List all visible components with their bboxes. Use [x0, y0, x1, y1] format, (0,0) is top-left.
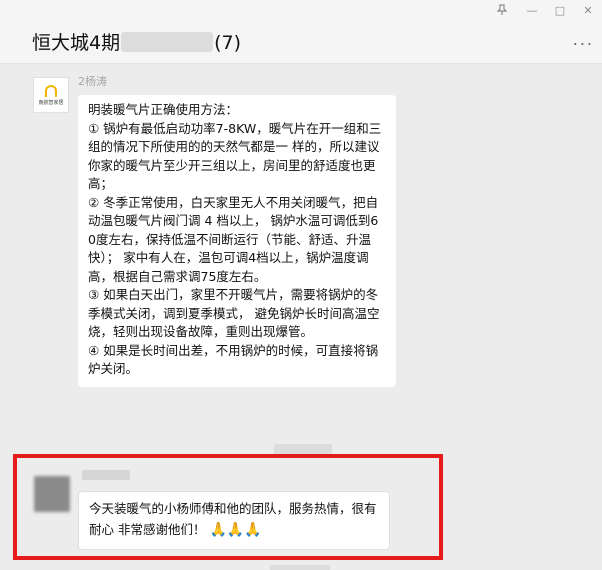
message-line: 明装暖气片正确使用方法：	[88, 102, 239, 117]
message-line: ① 锅炉有最低启动功率7-8KW，暖气片在开一组和三组的情况下所使用的的天然气都…	[88, 120, 382, 192]
message-line: ③ 如果白天出门，家里不开暖气片，需要将锅炉的冬季模式关闭，调到夏季模式， 避免…	[88, 287, 380, 339]
close-icon[interactable]: ✕	[580, 4, 596, 17]
sender-name-redacted	[82, 470, 130, 480]
avatar[interactable]: 南航智家居	[33, 77, 69, 113]
message-list[interactable]: 南航智家居 2杨涛 明装暖气片正确使用方法： ① 锅炉有最低启动功率7-8KW，…	[0, 65, 602, 570]
logo-icon	[45, 84, 57, 97]
message-line: ② 冬季正常使用，白天家里无人不用关闭暖气，把自动温包暖气片阀门调 4 档以上，…	[88, 194, 379, 284]
message-bubble[interactable]: 明装暖气片正确使用方法： ① 锅炉有最低启动功率7-8KW，暖气片在开一组和三组…	[78, 95, 396, 387]
minimize-icon[interactable]: —	[524, 4, 540, 17]
avatar-logo-text: 南航智家居	[38, 99, 64, 106]
chat-title-prefix: 恒大城4期	[32, 32, 121, 54]
sender-name: 2杨涛	[78, 75, 107, 88]
redacted-block	[121, 32, 214, 52]
title-bar: — □ ✕ 恒大城4期 (7) ...	[0, 0, 602, 64]
avatar[interactable]	[34, 476, 70, 512]
pin-icon[interactable]	[494, 4, 510, 19]
message-line: ④ 如果是长时间出差，不用锅炉的时候，可直接将锅炉关闭。	[88, 342, 379, 377]
pray-emoji: 🙏🙏🙏	[209, 522, 262, 538]
member-count: (7)	[214, 32, 242, 54]
maximize-icon[interactable]: □	[552, 4, 568, 17]
timestamp-redacted	[270, 565, 330, 570]
more-options-button[interactable]: ...	[573, 30, 594, 49]
chat-title: 恒大城4期 (7)	[32, 28, 241, 55]
message-bubble[interactable]: 今天装暖气的小杨师傅和他的团队，服务热情，很有耐心 非常感谢他们！ 🙏🙏🙏	[78, 491, 390, 550]
